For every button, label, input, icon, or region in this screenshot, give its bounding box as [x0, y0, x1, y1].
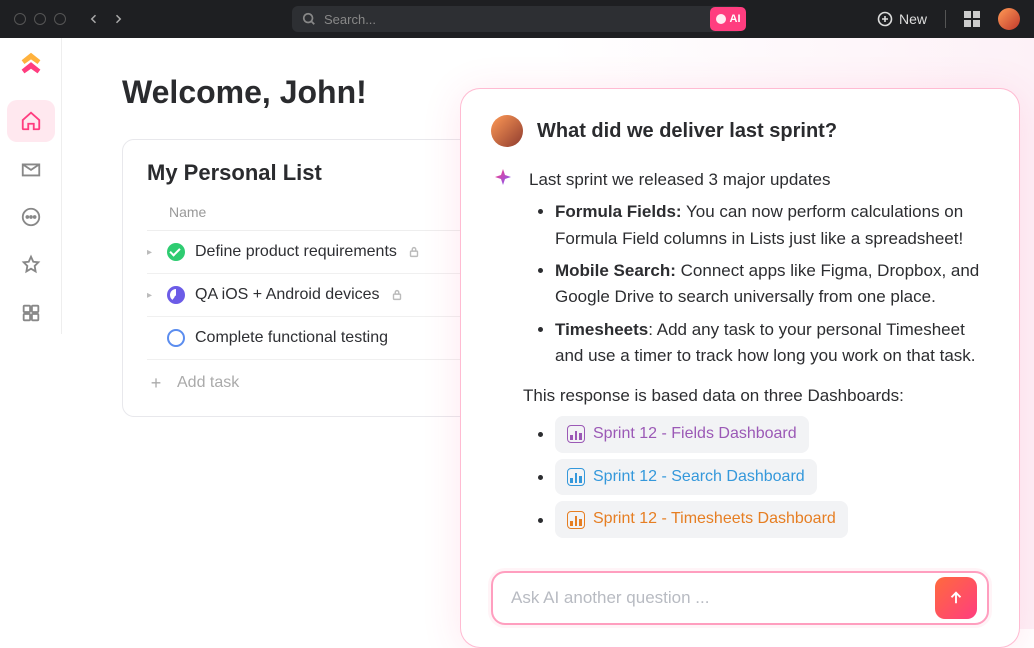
- ai-sources-title: This response is based data on three Das…: [523, 383, 989, 409]
- lock-icon: [390, 288, 404, 302]
- app-logo[interactable]: [0, 38, 62, 90]
- dashboard-chip[interactable]: Sprint 12 - Search Dashboard: [555, 459, 817, 496]
- ai-update-item: Mobile Search: Connect apps like Figma, …: [555, 258, 989, 311]
- sidebar-inbox[interactable]: [7, 148, 55, 190]
- ai-input-row: [491, 571, 989, 625]
- sidebar-favorites[interactable]: [7, 244, 55, 286]
- ai-update-item: Timesheets: Add any task to your persona…: [555, 317, 989, 370]
- ai-question-row: What did we deliver last sprint?: [491, 115, 989, 147]
- dashboard-source-item: Sprint 12 - Timesheets Dashboard: [555, 501, 989, 538]
- new-button[interactable]: New: [877, 11, 927, 27]
- task-title: Complete functional testing: [195, 329, 388, 347]
- search-icon: [302, 12, 316, 26]
- task-title: QA iOS + Android devices: [195, 286, 380, 304]
- titlebar: Search... AI New: [0, 0, 1034, 38]
- back-button[interactable]: [86, 11, 102, 27]
- add-task-label: Add task: [177, 374, 239, 392]
- dashboard-icon: [567, 425, 585, 443]
- main-content: Welcome, John! My Personal List Name ▸ D…: [62, 38, 1034, 629]
- dashboard-chip-label: Sprint 12 - Timesheets Dashboard: [593, 507, 836, 532]
- dashboard-chip-label: Sprint 12 - Search Dashboard: [593, 465, 805, 490]
- global-search[interactable]: Search...: [292, 6, 742, 32]
- dashboard-source-item: Sprint 12 - Search Dashboard: [555, 459, 989, 496]
- ai-chip-button[interactable]: AI: [710, 7, 746, 31]
- ai-question-text: What did we deliver last sprint?: [537, 120, 837, 143]
- user-avatar-small: [491, 115, 523, 147]
- window-controls[interactable]: [14, 13, 66, 25]
- ai-send-button[interactable]: [935, 577, 977, 619]
- user-avatar[interactable]: [998, 8, 1020, 30]
- dashboard-icon: [567, 468, 585, 486]
- chevron-right-icon[interactable]: ▸: [147, 247, 157, 258]
- sidebar-home[interactable]: [7, 100, 55, 142]
- divider: [945, 10, 946, 28]
- chevron-right-icon[interactable]: ▸: [147, 290, 157, 301]
- plus-icon: +: [147, 374, 165, 392]
- sidebar-spaces[interactable]: [7, 292, 55, 334]
- clickup-logo-icon: [16, 49, 46, 79]
- dashboard-chip[interactable]: Sprint 12 - Timesheets Dashboard: [555, 501, 848, 538]
- ai-update-item: Formula Fields: You can now perform calc…: [555, 199, 989, 252]
- arrow-up-icon: [947, 589, 965, 607]
- task-status-icon[interactable]: [167, 286, 185, 304]
- apps-icon[interactable]: [964, 11, 980, 27]
- new-button-label: New: [899, 11, 927, 27]
- sidebar-nav: [0, 90, 62, 334]
- lock-icon: [407, 245, 421, 259]
- ai-updates-list: Formula Fields: You can now perform calc…: [555, 199, 989, 369]
- history-nav: [86, 11, 126, 27]
- search-placeholder: Search...: [324, 12, 376, 27]
- dashboard-chip[interactable]: Sprint 12 - Fields Dashboard: [555, 416, 809, 453]
- ai-sparkle-icon: [491, 167, 515, 544]
- dashboard-icon: [567, 511, 585, 529]
- ai-answer: Last sprint we released 3 major updates …: [491, 167, 989, 544]
- minimize-window-icon[interactable]: [34, 13, 46, 25]
- task-status-icon[interactable]: [167, 329, 185, 347]
- task-status-icon[interactable]: [167, 243, 185, 261]
- forward-button[interactable]: [110, 11, 126, 27]
- ai-chip-label: AI: [730, 13, 741, 25]
- task-title: Define product requirements: [195, 243, 397, 261]
- ai-panel: What did we deliver last sprint? Last sp…: [460, 88, 1020, 648]
- ai-dashboard-list: Sprint 12 - Fields Dashboard Sprint 12 -…: [555, 416, 989, 538]
- dashboard-source-item: Sprint 12 - Fields Dashboard: [555, 416, 989, 453]
- plus-circle-icon: [877, 11, 893, 27]
- sidebar-more[interactable]: [7, 196, 55, 238]
- dashboard-chip-label: Sprint 12 - Fields Dashboard: [593, 422, 797, 447]
- ai-input[interactable]: [511, 588, 935, 608]
- close-window-icon[interactable]: [14, 13, 26, 25]
- ai-intro: Last sprint we released 3 major updates: [529, 167, 989, 193]
- maximize-window-icon[interactable]: [54, 13, 66, 25]
